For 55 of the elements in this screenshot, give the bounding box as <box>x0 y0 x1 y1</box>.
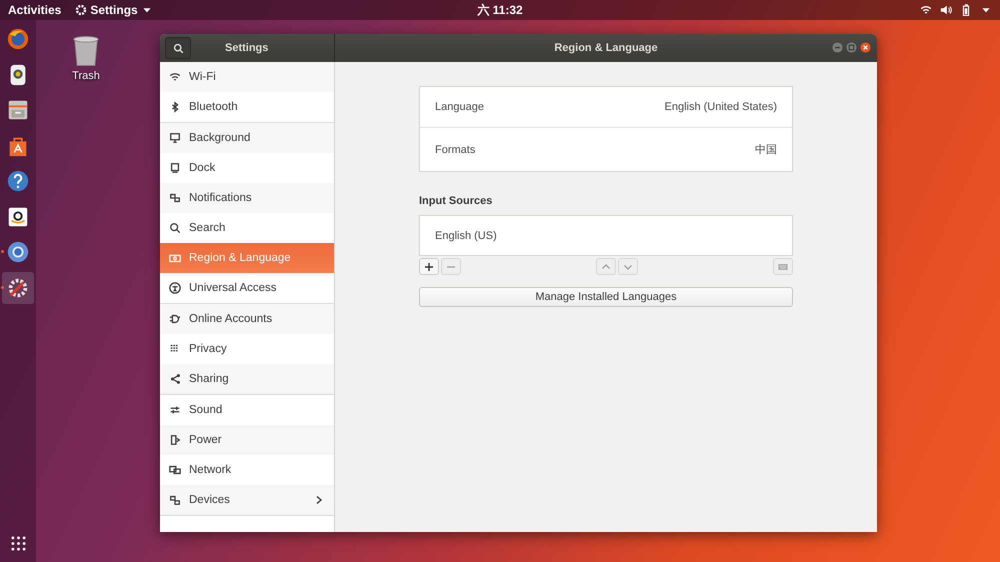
share-icon <box>169 373 181 385</box>
clock[interactable]: 六 11:32 <box>477 2 523 18</box>
computers-icon <box>169 464 181 476</box>
setting-value: English (United States) <box>664 101 777 113</box>
sidebar-item[interactable]: Sharing <box>160 364 334 394</box>
chevron-up-icon <box>601 262 611 272</box>
trash-can-icon <box>72 34 100 67</box>
activities-button[interactable]: Activities <box>8 3 62 17</box>
desktop-icon[interactable]: Trash <box>64 34 108 82</box>
wifi-icon <box>169 71 181 83</box>
manage-languages-button[interactable]: Manage Installed Languages <box>419 287 793 307</box>
setting-value: 中国 <box>755 143 777 157</box>
app-grid-icon[interactable] <box>11 536 26 551</box>
add-button[interactable] <box>419 258 439 275</box>
dock-item[interactable] <box>2 272 34 304</box>
settings-row[interactable]: Language English (United States) <box>420 87 792 127</box>
flag-icon <box>169 252 181 264</box>
app-menu[interactable]: Settings <box>75 3 153 17</box>
display-icon <box>169 162 181 174</box>
close-icon[interactable] <box>860 42 871 53</box>
settings-row[interactable]: Formats 中国 <box>420 127 792 171</box>
sidebar-item[interactable]: Background <box>160 123 334 153</box>
section-heading: Input Sources <box>419 195 494 207</box>
plus-icon <box>424 262 434 272</box>
minimize-icon[interactable] <box>832 42 843 53</box>
sidebar-item[interactable]: Devices <box>160 485 334 515</box>
sliders-icon <box>169 404 181 416</box>
globe-icon <box>6 27 30 51</box>
setting-label: Language <box>435 101 484 113</box>
sidebar-title: Settings <box>225 42 268 54</box>
input-source-label: English (US) <box>435 230 497 242</box>
browser-icon <box>6 240 30 264</box>
battery-icon[interactable] <box>960 4 972 16</box>
wifi-icon[interactable] <box>920 4 932 16</box>
window-title: Region & Language <box>554 42 658 54</box>
bluetooth-icon <box>169 101 181 113</box>
search-button[interactable] <box>165 37 191 59</box>
sidebar-item[interactable]: Notifications <box>160 183 334 213</box>
volume-icon[interactable] <box>940 4 952 16</box>
sidebar-item[interactable]: Online Accounts <box>160 304 334 334</box>
help-icon <box>6 169 30 193</box>
search-icon <box>169 222 181 234</box>
drawer-icon <box>6 98 30 122</box>
input-source-row[interactable]: English (US) <box>420 216 792 255</box>
monitor-icon <box>169 132 181 144</box>
search-icon <box>172 42 184 54</box>
setting-label: Formats <box>435 144 476 156</box>
devices-icon <box>169 494 181 506</box>
sidebar-item[interactable]: Wi-Fi <box>160 62 334 92</box>
sidebar-item[interactable]: Power <box>160 425 334 455</box>
accessibility-icon <box>169 282 181 294</box>
chat-bubbles-icon <box>169 192 181 204</box>
plug-icon <box>169 313 181 325</box>
desktop-icon-label: Trash <box>72 70 100 82</box>
keyboard-icon <box>778 262 788 272</box>
